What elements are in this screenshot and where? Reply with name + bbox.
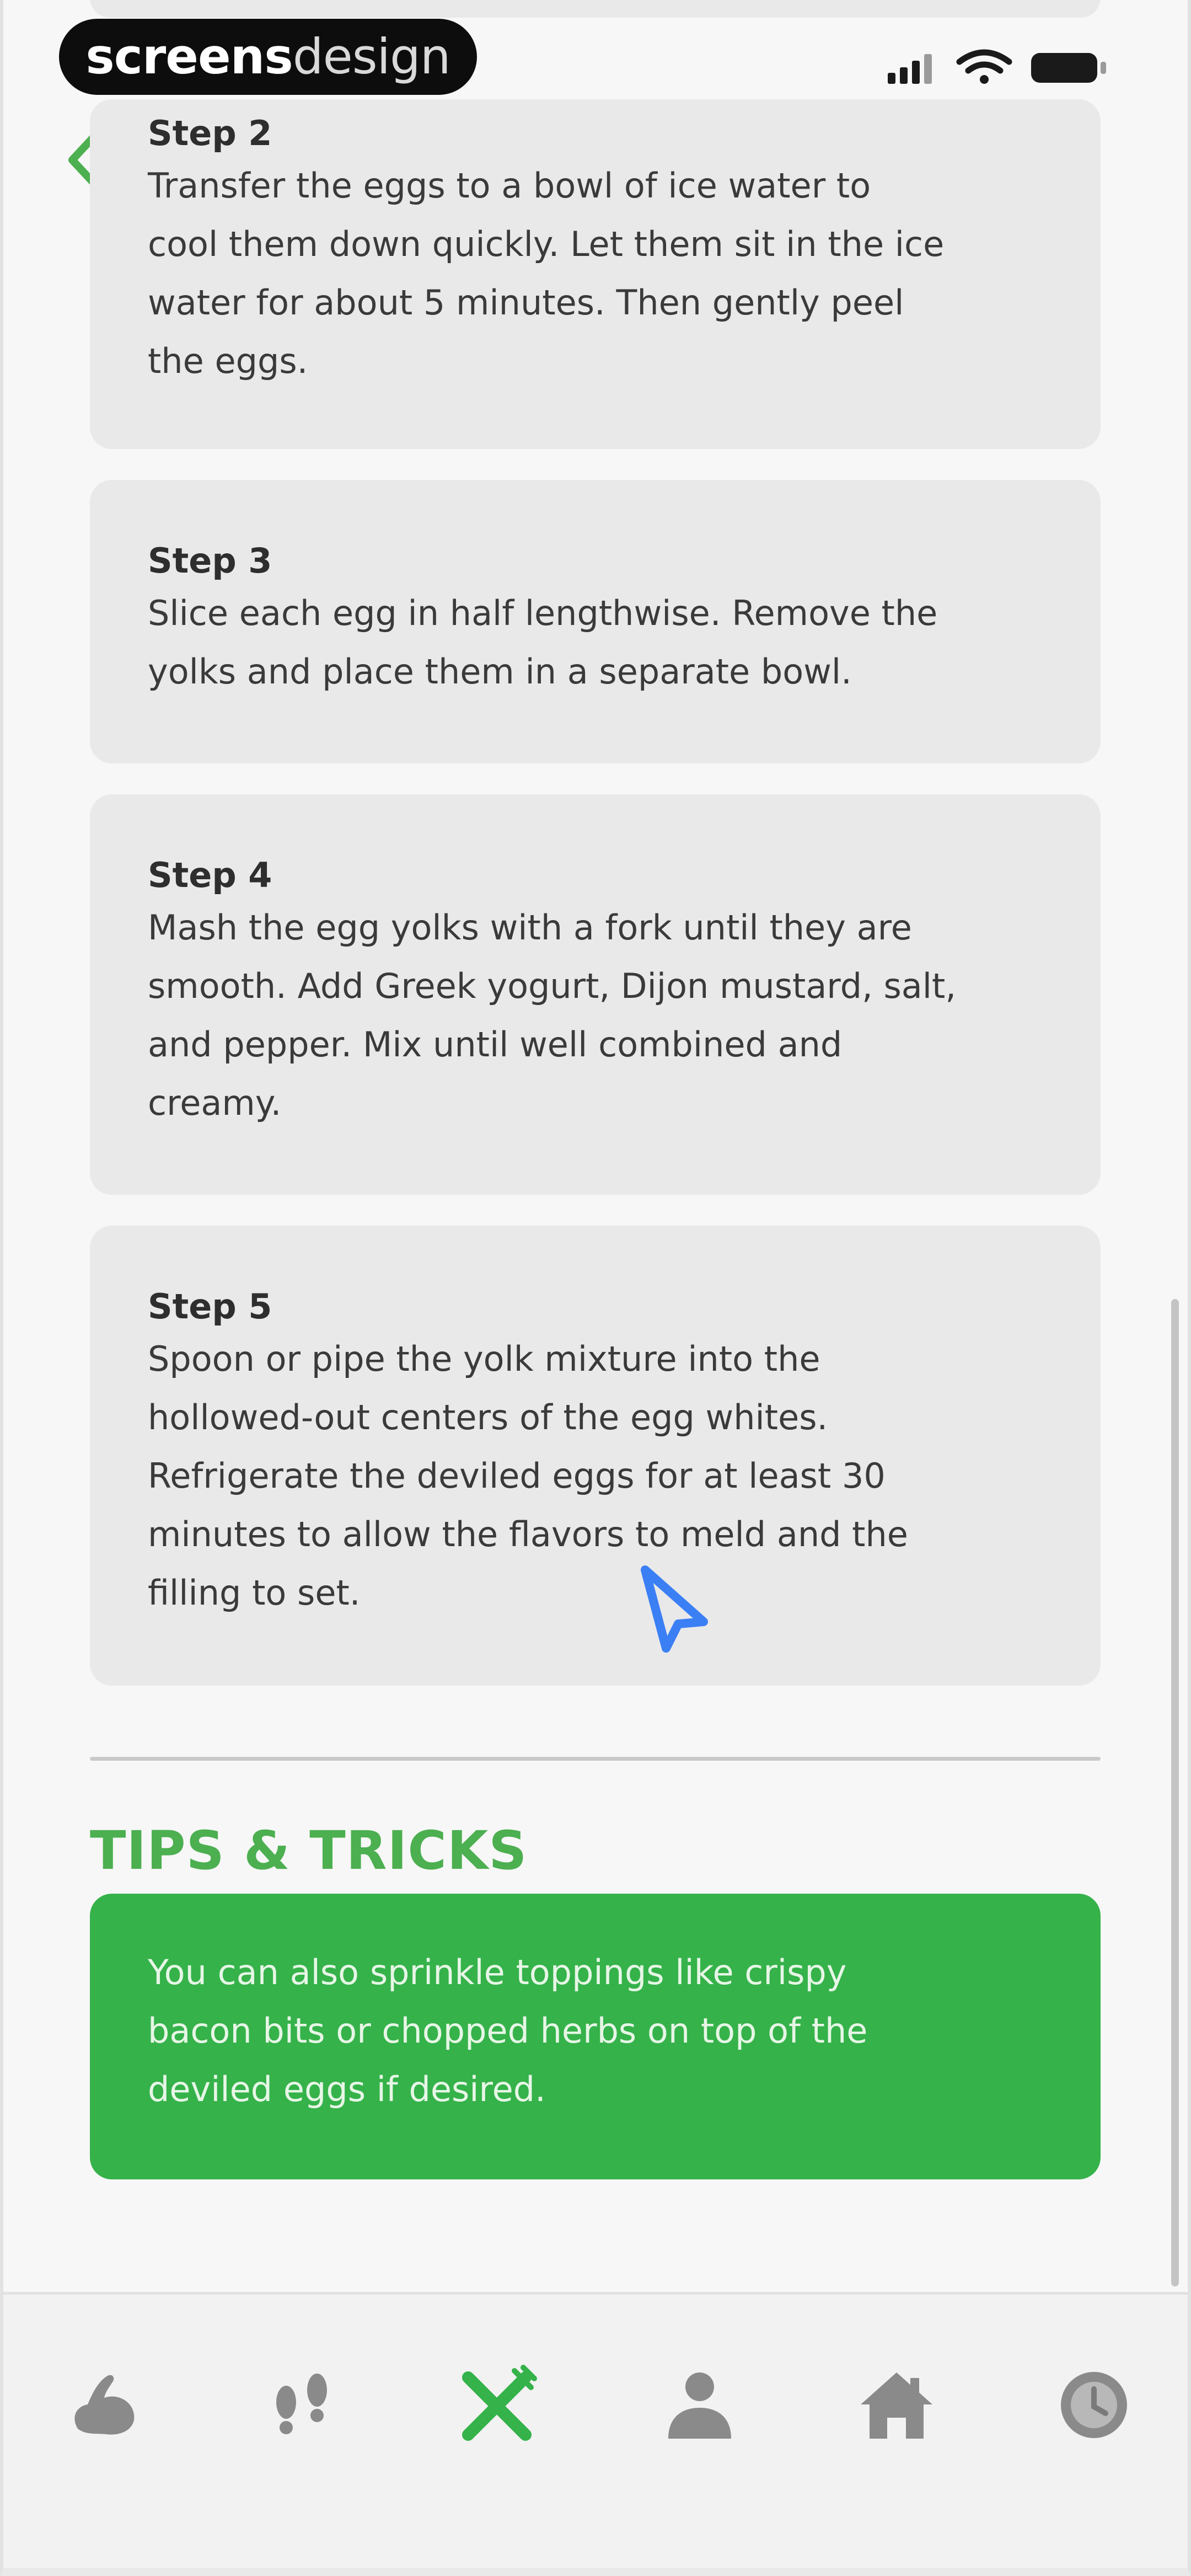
brand-light: design — [292, 28, 451, 85]
step-card: Step 4 Mash the egg yolks with a fork un… — [90, 794, 1101, 1195]
person-icon — [668, 2372, 731, 2439]
tips-text-line: You can also sprinkle toppings like cris… — [148, 1952, 847, 1992]
step-text-line: and pepper. Mix until well combined and — [148, 1024, 843, 1065]
step-card: Step 2 Transfer the eggs to a bowl of ic… — [90, 99, 1101, 449]
step-text-line: hollowed-out centers of the egg whites. — [148, 1397, 828, 1437]
step-text-line: creamy. — [148, 1083, 282, 1123]
muscle-arm-icon — [74, 2375, 135, 2435]
section-divider — [90, 1757, 1101, 1761]
step-title: Step 2 — [148, 113, 272, 153]
step-text-line: the eggs. — [148, 341, 308, 381]
fork-knife-icon — [462, 2365, 537, 2441]
bottom-navigation-bar — [3, 2292, 1188, 2571]
battery-icon — [1031, 53, 1106, 83]
nav-item-nutrition[interactable] — [450, 2358, 544, 2452]
home-icon — [861, 2372, 932, 2439]
tips-heading: TIPS & TRICKS — [90, 1820, 528, 1882]
nav-item-home[interactable] — [850, 2358, 943, 2452]
nav-item-history[interactable] — [1047, 2358, 1141, 2452]
step-text-line: water for about 5 minutes. Then gently p… — [148, 282, 904, 323]
step-text-line: minutes to allow the flavors to meld and… — [148, 1514, 908, 1554]
clock-icon — [1061, 2372, 1127, 2438]
tips-text-line: deviled eggs if desired. — [148, 2069, 546, 2109]
brand-bold: screens — [85, 28, 293, 85]
step-text-line: smooth. Add Greek yogurt, Dijon mustard,… — [148, 966, 957, 1006]
nav-item-profile[interactable] — [653, 2358, 747, 2452]
step-title: Step 5 — [148, 1286, 272, 1327]
step-text-line: Refrigerate the deviled eggs for at leas… — [148, 1456, 886, 1496]
previous-step-card — [90, 0, 1101, 18]
step-title: Step 3 — [148, 541, 272, 581]
step-text-line: Mash the egg yolks with a fork until the… — [148, 907, 912, 948]
step-card: Step 5 Spoon or pipe the yolk mixture in… — [90, 1226, 1101, 1686]
status-bar-icons — [888, 49, 1106, 84]
nav-item-steps[interactable] — [254, 2358, 348, 2452]
tips-text-line: bacon bits or chopped herbs on top of th… — [148, 2011, 868, 2051]
footprints-icon — [276, 2374, 327, 2434]
step-text-line: filling to set. — [148, 1573, 361, 1613]
wifi-icon — [956, 49, 1012, 84]
step-text-line: cool them down quickly. Let them sit in … — [148, 224, 945, 264]
pointer-cursor-icon — [641, 1565, 708, 1653]
step-title: Step 4 — [148, 855, 272, 895]
step-card: Step 3 Slice each egg in half lengthwise… — [90, 480, 1101, 763]
step-text-line: Spoon or pipe the yolk mixture into the — [148, 1339, 820, 1379]
nav-item-workout[interactable] — [56, 2358, 149, 2452]
tips-card: You can also sprinkle toppings like cris… — [90, 1894, 1101, 2179]
signal-icon — [888, 54, 932, 84]
step-text-line: yolks and place them in a separate bowl. — [148, 651, 852, 692]
scrollbar[interactable] — [1171, 1299, 1179, 2286]
brand-watermark: screensdesign — [59, 19, 477, 95]
step-text-line: Transfer the eggs to a bowl of ice water… — [148, 165, 871, 206]
step-text-line: Slice each egg in half lengthwise. Remov… — [148, 593, 938, 633]
